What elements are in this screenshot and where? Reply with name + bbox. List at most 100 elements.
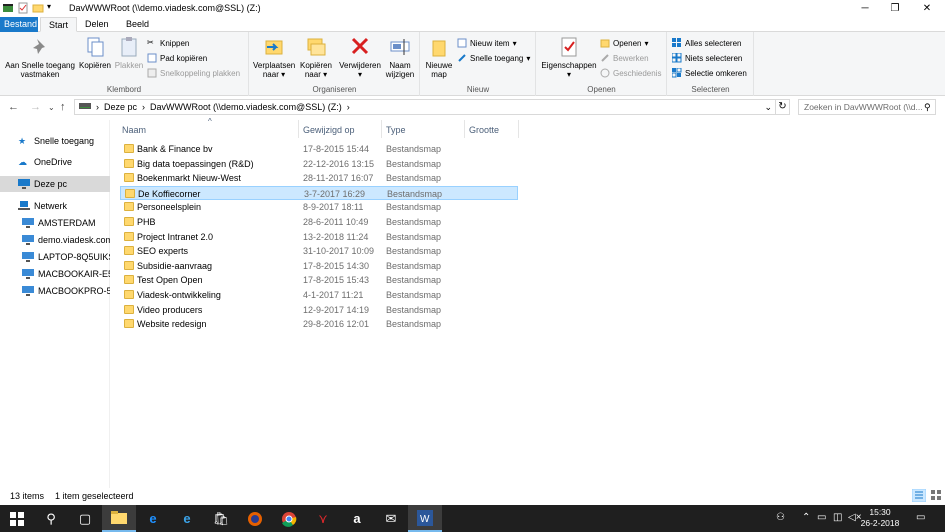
file-explorer-taskbar-icon[interactable] xyxy=(102,505,136,532)
ribbon-tabs: Bestand Start Delen Beeld xyxy=(0,17,945,32)
task-view-icon[interactable]: ▢ xyxy=(68,505,102,532)
file-row[interactable]: Subsidie-aanvraag 17-8-2015 14:30 Bestands… xyxy=(120,259,518,273)
store-icon[interactable]: 🛍 xyxy=(204,505,238,532)
file-row[interactable]: SEO experts 31-10-2017 10:09 Bestandsmap xyxy=(120,244,518,258)
back-arrow-icon[interactable]: ← xyxy=(8,101,19,113)
large-icons-view-icon[interactable] xyxy=(930,489,942,503)
tab-view[interactable]: Beeld xyxy=(118,17,157,32)
refresh-icon[interactable]: ↻ xyxy=(776,99,790,115)
tab-file[interactable]: Bestand xyxy=(0,17,38,32)
notifications-icon[interactable]: ▭ xyxy=(916,512,925,523)
edge-icon[interactable]: e xyxy=(136,505,170,532)
properties-button[interactable]: Eigenschappen ▾ xyxy=(540,35,598,79)
edit-button[interactable]: Bewerken xyxy=(600,53,649,63)
breadcrumb-separator-icon[interactable]: › xyxy=(142,102,145,112)
address-dropdown-icon[interactable]: ⌄ xyxy=(764,102,772,113)
file-name: SEO experts xyxy=(137,246,189,257)
new-folder-qat-icon[interactable] xyxy=(32,2,44,14)
column-size[interactable]: Grootte xyxy=(469,125,499,135)
paste-button[interactable]: Plakken xyxy=(112,35,146,70)
file-row[interactable]: Test Open Open 17-8-2015 15:43 Bestandsmap xyxy=(120,273,518,287)
column-type[interactable]: Type xyxy=(386,125,406,135)
file-row[interactable]: Bank & Finance bv 17-8-2015 15:44 Bestands… xyxy=(120,142,518,156)
folder-icon xyxy=(124,304,134,314)
clock-date: 26-2-2018 xyxy=(860,518,900,528)
people-icon[interactable]: ⚇ xyxy=(776,512,785,523)
forward-arrow-icon[interactable]: → xyxy=(30,101,41,113)
easy-access-button[interactable]: Snelle toegang ▾ xyxy=(457,53,530,63)
column-name[interactable]: Naam xyxy=(122,125,146,135)
file-row[interactable]: Viadesk-ontwikkeling 4-1-2017 11:21 Bestan… xyxy=(120,288,518,302)
file-row[interactable]: Project Intranet 2.0 13-2-2018 11:24 Besta… xyxy=(120,230,518,244)
file-row[interactable]: Video producers 12-9-2017 14:19 Bestandsma… xyxy=(120,303,518,317)
file-row[interactable]: PHB 28-6-2011 10:49 Bestandsmap xyxy=(120,215,518,229)
recent-dropdown-icon[interactable]: ⌄ xyxy=(48,103,55,112)
cut-button[interactable]: ✂ Knippen xyxy=(147,38,189,48)
tab-share[interactable]: Delen xyxy=(77,17,117,32)
breadcrumb-separator-icon[interactable]: › xyxy=(96,102,99,112)
file-row[interactable]: Boekenmarkt Nieuw-West 28-11-2017 16:07 Be… xyxy=(120,171,518,185)
nav-computer[interactable]: MACBOOKPRO-5543 xyxy=(0,283,110,299)
nav-computer[interactable]: demo.viadesk.com@ xyxy=(0,232,110,248)
file-row[interactable]: De Koffiecorner 3-7-2017 16:29 Bestandsmap xyxy=(120,185,518,200)
file-date: 29-8-2016 12:01 xyxy=(303,319,370,330)
firefox-icon[interactable] xyxy=(238,505,272,532)
nav-onedrive[interactable]: ☁ OneDrive xyxy=(0,154,110,170)
file-row[interactable]: Big data toepassingen (R&D) 22-12-2016 13… xyxy=(120,157,518,171)
select-all-icon xyxy=(672,38,682,48)
invert-selection-button[interactable]: Selectie omkeren xyxy=(671,67,747,78)
copy-button[interactable]: Kopiëren xyxy=(77,35,113,70)
properties-qat-icon[interactable] xyxy=(17,2,29,14)
breadcrumb-drive[interactable]: DavWWWRoot (\\demo.viadesk.com@SSL) (Z:) xyxy=(150,102,342,112)
tab-start[interactable]: Start xyxy=(40,17,78,32)
word-icon[interactable]: W xyxy=(408,505,442,532)
search-input[interactable]: Zoeken in DavWWWRoot (\\d... xyxy=(798,99,936,115)
network-tray-icon[interactable]: ◫ xyxy=(833,512,842,523)
internet-explorer-icon[interactable]: e xyxy=(170,505,204,532)
minimize-button[interactable]: ─ xyxy=(850,0,880,17)
chrome-icon[interactable] xyxy=(272,505,306,532)
nav-network[interactable]: Netwerk xyxy=(0,198,110,214)
select-all-button[interactable]: Alles selecteren xyxy=(672,38,741,48)
new-folder-button[interactable]: Nieuwe map xyxy=(424,35,454,79)
explorer-app-icon[interactable] xyxy=(2,2,14,14)
file-row[interactable]: Personeelsplein 8-9-2017 18:11 Bestandsmap xyxy=(120,200,518,214)
nav-computer[interactable]: AMSTERDAM xyxy=(0,215,110,231)
file-row[interactable]: Website redesign 29-8-2016 12:01 Bestandsm… xyxy=(120,317,518,331)
mail-icon[interactable]: ✉ xyxy=(374,505,408,532)
history-button[interactable]: Geschiedenis xyxy=(600,68,661,78)
delete-button[interactable]: Verwijderen ▾ xyxy=(338,35,382,79)
move-to-button[interactable]: Verplaatsen naar ▾ xyxy=(253,35,295,79)
file-name: PHB xyxy=(137,217,156,227)
amazon-icon[interactable]: a xyxy=(340,505,374,532)
up-arrow-icon[interactable]: ↑ xyxy=(60,101,66,113)
new-item-button[interactable]: Nieuw item ▾ xyxy=(457,38,517,48)
column-date[interactable]: Gewijzigd op xyxy=(303,125,355,135)
select-none-button[interactable]: Niets selecteren xyxy=(671,52,742,63)
details-view-icon[interactable] xyxy=(911,488,927,504)
breadcrumb-this-pc[interactable]: Deze pc xyxy=(104,102,137,112)
copy-path-button[interactable]: Pad kopiëren xyxy=(147,53,207,63)
paste-shortcut-button[interactable]: Snelkoppeling plakken xyxy=(147,68,240,78)
copy-to-button[interactable]: Kopiëren naar ▾ xyxy=(297,35,335,79)
show-hidden-icons-icon[interactable]: ⌃ xyxy=(802,512,810,523)
open-button[interactable]: Openen ▾ xyxy=(600,38,648,48)
battery-icon[interactable]: ▭ xyxy=(817,512,826,523)
app-v-icon[interactable]: ⋎ xyxy=(306,505,340,532)
nav-quick-access[interactable]: ★ Snelle toegang xyxy=(0,133,110,149)
rename-button[interactable]: Naam wijzigen xyxy=(382,35,418,79)
address-box[interactable]: › Deze pc › DavWWWRoot (\\demo.viadesk.c… xyxy=(74,99,776,115)
nav-computer[interactable]: MACBOOKAIR-E550 xyxy=(0,266,110,282)
windows-start-icon[interactable] xyxy=(0,505,34,532)
nav-computer[interactable]: LAPTOP-8Q5UIKS9 xyxy=(0,249,110,265)
qat-dropdown-icon[interactable]: ▾ xyxy=(47,2,55,14)
search-icon[interactable]: ⚲ xyxy=(34,505,68,532)
maximize-button[interactable]: ❐ xyxy=(880,0,910,17)
group-select: Alles selecteren Niets selecteren Select… xyxy=(668,32,754,96)
clock[interactable]: 15:30 26-2-2018 xyxy=(860,507,900,529)
close-button[interactable]: ✕ xyxy=(912,0,942,17)
scissors-icon: ✂ xyxy=(147,38,154,47)
pin-quick-access-button[interactable]: Aan Snelle toegang vastmaken xyxy=(4,35,76,79)
nav-this-pc[interactable]: Deze pc xyxy=(0,176,110,192)
breadcrumb-separator-icon[interactable]: › xyxy=(347,102,350,112)
